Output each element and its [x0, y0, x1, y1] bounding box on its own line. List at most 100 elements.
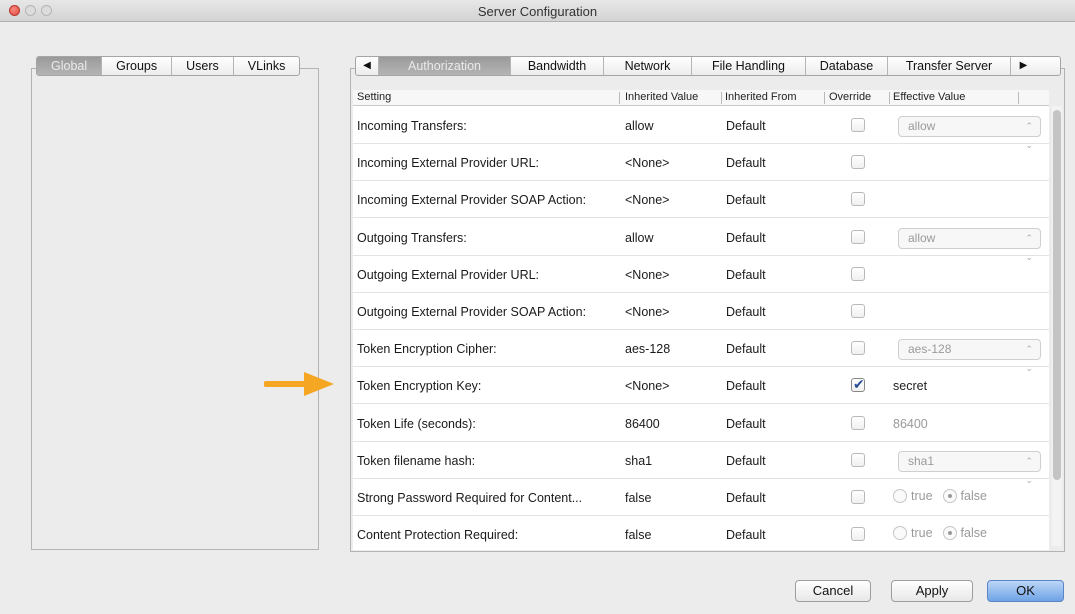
setting-name: Token Life (seconds): [357, 416, 476, 431]
setting-name: Incoming Transfers: [357, 119, 467, 133]
table-scrollbar[interactable] [1052, 106, 1062, 546]
table-row[interactable]: Token Encryption Key: <None> Default ✔ secre… [353, 367, 1049, 405]
inherited-from: Default [726, 528, 766, 543]
settings-table: Setting Inherited Value Inherited From O… [353, 90, 1049, 550]
column-header-effective-value[interactable]: Effective Value [893, 91, 965, 103]
setting-name: Content Protection Required: [357, 528, 519, 543]
table-row[interactable]: Content Protection Required: false Default… [353, 516, 1049, 550]
inherited-value: <None> [625, 305, 670, 319]
override-checkbox[interactable] [851, 229, 865, 244]
scroll-tabs-left-button[interactable]: ◀ [356, 57, 379, 75]
override-checkbox[interactable] [851, 415, 865, 430]
effective-value-field[interactable]: 86400 [893, 417, 928, 431]
left-tab-bar: Global Groups Users VLinks [36, 56, 301, 76]
inherited-from: Default [726, 379, 766, 394]
effective-value: allow [908, 119, 936, 133]
tab-database[interactable]: Database [806, 57, 888, 75]
effective-value-select[interactable]: sha1 ⌃ ⌄ [898, 450, 1041, 485]
table-row[interactable]: Token Life (seconds): 86400 Default 86400 [353, 405, 1049, 442]
scrollbar-thumb[interactable] [1053, 110, 1061, 480]
inherited-from: Default [726, 119, 766, 133]
setting-name: Incoming External Provider SOAP Action: [357, 193, 587, 208]
column-header-override[interactable]: Override [829, 91, 871, 103]
override-checkbox[interactable] [851, 192, 865, 207]
radio-button-icon [893, 489, 907, 503]
setting-name: Token filename hash: [357, 453, 476, 468]
override-checkbox[interactable] [851, 266, 865, 281]
inherited-value: allow [625, 119, 654, 133]
effective-value-field[interactable]: secret [893, 379, 927, 393]
radio-button-icon [942, 526, 957, 541]
inherited-from: Default [726, 193, 766, 208]
setting-name: Strong Password Required for Content... [357, 491, 583, 505]
column-header-inherited-value[interactable]: Inherited Value [625, 91, 698, 103]
left-item-list[interactable] [33, 86, 317, 548]
table-row[interactable]: Token filename hash: sha1 Default sha1 ⌃ ⌄ [353, 442, 1049, 485]
apply-button[interactable]: Apply [891, 580, 973, 602]
table-row[interactable]: Outgoing External Provider URL: <None> Def… [353, 256, 1049, 293]
override-checkbox[interactable] [851, 527, 865, 542]
effective-value-radio-group: true false [893, 489, 997, 503]
right-tab-bar: ◀ Authorization Bandwidth Network File H… [355, 56, 1061, 76]
tab-users[interactable]: Users [172, 57, 234, 75]
effective-value-radio-group: true false [893, 526, 997, 541]
inherited-from: Default [726, 416, 766, 431]
override-checkbox[interactable]: ✔ [851, 376, 865, 393]
inherited-value: <None> [625, 267, 670, 282]
tab-transfer-server[interactable]: Transfer Server [888, 57, 1011, 75]
table-row[interactable]: Outgoing Transfers: allow Default allow ⌃ ⌄ [353, 219, 1049, 262]
inherited-value: 86400 [625, 416, 660, 431]
effective-value-select[interactable]: allow ⌃ ⌄ [898, 116, 1041, 150]
inherited-from: Default [726, 156, 766, 171]
inherited-from: Default [726, 305, 766, 319]
inherited-value: aes-128 [625, 342, 671, 357]
tab-groups[interactable]: Groups [102, 57, 173, 75]
inherited-value: sha1 [625, 453, 653, 468]
radio-button-icon [893, 526, 907, 541]
tab-network[interactable]: Network [604, 57, 692, 75]
effective-value-select[interactable]: aes-128 ⌃ ⌄ [898, 339, 1041, 373]
override-checkbox[interactable] [851, 155, 865, 170]
table-row[interactable]: Incoming External Provider URL: <None> Def… [353, 144, 1049, 182]
window-title: Server Configuration [477, 4, 598, 19]
effective-value: aes-128 [908, 342, 952, 357]
scroll-tabs-right-button[interactable]: ▶ [1011, 57, 1036, 75]
table-row[interactable]: Token Encryption Cipher: aes-128 Default ae… [353, 330, 1049, 373]
tab-global[interactable]: Global [37, 57, 103, 75]
override-checkbox[interactable] [851, 452, 865, 467]
radio-button-icon [942, 489, 957, 503]
radio-option-false[interactable]: false [942, 489, 987, 503]
override-checkbox[interactable] [851, 118, 865, 132]
tab-vlinks[interactable]: VLinks [234, 57, 300, 75]
ok-button[interactable]: OK [987, 580, 1064, 602]
effective-value-select[interactable]: allow ⌃ ⌄ [898, 227, 1041, 262]
tab-authorization[interactable]: Authorization [379, 57, 511, 75]
table-row[interactable]: Outgoing External Provider SOAP Action: <… [353, 293, 1049, 330]
inherited-from: Default [726, 453, 766, 468]
tab-file-handling[interactable]: File Handling [692, 57, 806, 75]
inherited-value: <None> [625, 379, 670, 394]
effective-value: sha1 [908, 453, 935, 468]
radio-option-false[interactable]: false [942, 526, 987, 541]
setting-name: Outgoing External Provider SOAP Action: [357, 305, 587, 319]
inherited-from: Default [726, 342, 766, 357]
table-row[interactable]: Strong Password Required for Content... f… [353, 479, 1049, 516]
override-checkbox[interactable] [851, 304, 865, 318]
setting-name: Incoming External Provider URL: [357, 156, 540, 171]
inherited-value: allow [625, 230, 654, 245]
tab-bandwidth[interactable]: Bandwidth [511, 57, 604, 75]
column-header-setting[interactable]: Setting [357, 91, 391, 103]
setting-name: Token Encryption Cipher: [357, 342, 497, 357]
inherited-from: Default [726, 491, 766, 505]
table-header: Setting Inherited Value Inherited From O… [353, 90, 1049, 106]
table-row[interactable]: Incoming External Provider SOAP Action: <… [353, 181, 1049, 219]
setting-name: Outgoing Transfers: [357, 230, 467, 245]
override-checkbox[interactable] [851, 341, 865, 356]
override-checkbox[interactable] [851, 490, 865, 504]
table-row[interactable]: Incoming Transfers: allow Default allow ⌃ ⌄ [353, 107, 1049, 150]
inherited-value: <None> [625, 156, 670, 171]
radio-option-true[interactable]: true [893, 526, 933, 541]
radio-option-true[interactable]: true [893, 489, 933, 503]
cancel-button[interactable]: Cancel [795, 580, 871, 602]
column-header-inherited-from[interactable]: Inherited From [725, 91, 797, 103]
